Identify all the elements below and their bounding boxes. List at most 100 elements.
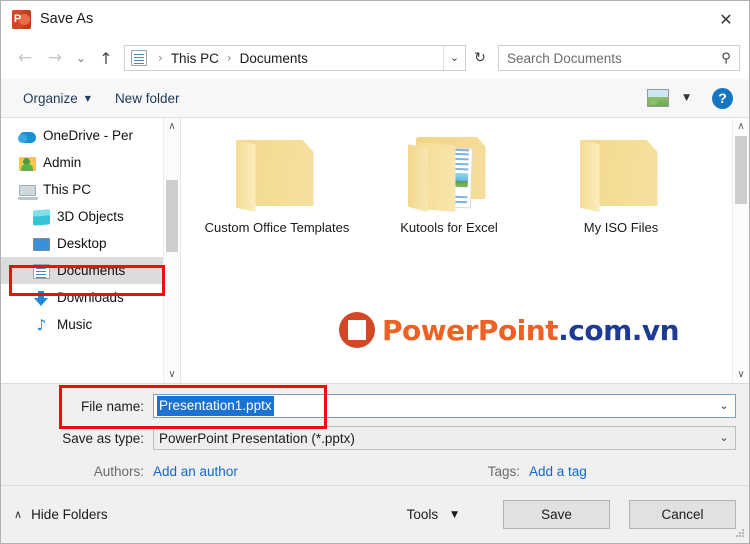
organize-button[interactable]: Organize ▼ — [11, 84, 103, 112]
refresh-icon[interactable]: ↻ — [466, 45, 494, 71]
close-icon[interactable]: ✕ — [703, 1, 749, 37]
sidebar-item-this-pc[interactable]: This PC — [1, 176, 180, 203]
sidebar-item-3d-objects[interactable]: 3D Objects — [1, 203, 180, 230]
sidebar-item-admin[interactable]: Admin — [1, 149, 180, 176]
list-item-label: Kutools for Excel — [400, 220, 498, 235]
tools-label: Tools — [406, 507, 439, 522]
sidebar-item-label: Music — [57, 317, 93, 332]
body-area: OneDrive - Per Admin This PC 3D Objects — [1, 118, 749, 384]
documents-icon — [33, 263, 50, 279]
sidebar-item-music[interactable]: ♪ Music — [1, 311, 180, 338]
chevron-down-icon: ▼ — [451, 509, 458, 520]
sidebar-item-label: Downloads — [57, 290, 124, 305]
save-as-dialog: Save As ✕ ← → ⌄ ↑ › This PC › Documents … — [0, 0, 750, 544]
tools-button[interactable]: Tools ▼ — [407, 507, 458, 522]
sidebar-scrollbar[interactable]: ∧ ∨ — [163, 118, 180, 383]
sidebar-item-label: Desktop — [57, 236, 107, 251]
list-item[interactable]: Kutools for Excel — [363, 134, 535, 236]
folder-icon — [574, 134, 669, 212]
scroll-up-icon[interactable]: ∧ — [164, 118, 180, 135]
folder-with-contents-icon — [402, 134, 497, 212]
search-icon[interactable]: ⚲ — [713, 51, 739, 66]
3d-objects-icon — [33, 208, 50, 226]
downloads-icon — [33, 290, 50, 306]
sidebar-item-label: This PC — [43, 182, 92, 197]
navigation-bar: ← → ⌄ ↑ › This PC › Documents ⌄ ↻ Search… — [1, 37, 749, 79]
navigation-pane: OneDrive - Per Admin This PC 3D Objects — [1, 118, 181, 383]
scroll-up-icon[interactable]: ∧ — [733, 118, 749, 135]
view-options-icon[interactable] — [647, 89, 670, 107]
up-button[interactable]: ↑ — [92, 43, 120, 73]
forward-button[interactable]: → — [40, 43, 70, 73]
add-author-link[interactable]: Add an author — [153, 464, 238, 479]
address-bar[interactable]: › This PC › Documents ⌄ — [124, 45, 466, 71]
breadcrumb-separator: › — [158, 51, 163, 65]
title-bar: Save As ✕ — [1, 1, 749, 37]
window-title: Save As — [40, 11, 94, 27]
sidebar-item-label: Documents — [57, 263, 126, 278]
authors-label: Authors: — [93, 463, 144, 479]
breadcrumb-item-documents[interactable]: Documents — [238, 51, 310, 66]
list-item[interactable]: Custom Office Templates — [191, 134, 363, 236]
add-tag-link[interactable]: Add a tag — [529, 464, 749, 479]
resize-grip[interactable] — [735, 529, 745, 539]
watermark-text-primary: PowerPoint — [382, 313, 559, 347]
savetype-value: PowerPoint Presentation (*.pptx) — [159, 430, 355, 446]
help-icon[interactable]: ? — [712, 87, 733, 109]
sidebar-item-downloads[interactable]: Downloads — [1, 284, 180, 311]
watermark-text: PowerPoint.com.vn — [382, 313, 680, 347]
powerpoint-badge-icon — [339, 312, 375, 348]
chevron-up-icon: ∧ — [14, 508, 23, 521]
hide-folders-label: Hide Folders — [31, 507, 108, 522]
search-input[interactable]: Search Documents — [499, 51, 713, 66]
documents-icon — [131, 50, 147, 66]
chevron-down-icon[interactable]: ⌄ — [443, 46, 465, 70]
sidebar-item-onedrive[interactable]: OneDrive - Per — [1, 122, 180, 149]
onedrive-icon — [18, 131, 36, 143]
cancel-button[interactable]: Cancel — [629, 500, 736, 529]
hide-folders-button[interactable]: ∧ Hide Folders — [14, 507, 108, 522]
powerpoint-icon — [12, 9, 31, 29]
savetype-select[interactable]: PowerPoint Presentation (*.pptx) ⌄ — [153, 426, 736, 450]
filename-label: File name: — [80, 398, 144, 414]
user-folder-icon — [19, 156, 36, 171]
list-item-label: Custom Office Templates — [204, 220, 350, 235]
desktop-icon — [33, 238, 50, 251]
back-button[interactable]: ← — [10, 43, 40, 73]
chevron-down-icon: ▼ — [84, 93, 91, 103]
folder-tree: OneDrive - Per Admin This PC 3D Objects — [1, 118, 180, 338]
filename-value[interactable]: Presentation1.pptx — [157, 396, 274, 416]
file-list-pane[interactable]: Custom Office Templates Kutools for Exce… — [181, 118, 749, 383]
tags-label: Tags: — [487, 463, 520, 479]
breadcrumb-item-this-pc[interactable]: This PC — [169, 51, 221, 66]
scrollbar-thumb[interactable] — [735, 136, 747, 204]
watermark-text-secondary: .com.vn — [558, 313, 680, 347]
dialog-footer: ∧ Hide Folders Tools ▼ Save Cancel — [1, 485, 749, 543]
file-list-scrollbar[interactable]: ∧ ∨ — [732, 118, 749, 383]
list-item-label: My ISO Files — [583, 220, 659, 235]
search-box[interactable]: Search Documents ⚲ — [498, 45, 740, 71]
list-item[interactable]: My ISO Files — [535, 134, 707, 236]
scroll-down-icon[interactable]: ∨ — [733, 366, 749, 383]
recent-locations-button[interactable]: ⌄ — [70, 43, 92, 73]
new-folder-button[interactable]: New folder — [103, 84, 192, 112]
computer-icon — [18, 185, 38, 200]
filename-input[interactable]: Presentation1.pptx ⌄ — [153, 394, 736, 418]
savetype-label: Save as type: — [62, 430, 144, 446]
chevron-down-icon[interactable]: ⌄ — [713, 395, 735, 417]
chevron-down-icon[interactable]: ⌄ — [713, 427, 735, 449]
filename-row: File name: Presentation1.pptx ⌄ — [1, 393, 749, 419]
sidebar-item-label: OneDrive - Per — [43, 128, 134, 143]
music-icon: ♪ — [36, 315, 47, 334]
sidebar-item-label: Admin — [43, 155, 82, 170]
scrollbar-thumb[interactable] — [166, 180, 178, 252]
savetype-row: Save as type: PowerPoint Presentation (*… — [1, 425, 749, 451]
save-button[interactable]: Save — [503, 500, 610, 529]
chevron-down-icon[interactable]: ▼ — [683, 93, 690, 103]
metadata-row: Authors: Add an author Tags: Add a tag — [1, 457, 749, 485]
watermark-logo: PowerPoint.com.vn — [339, 312, 680, 348]
scroll-down-icon[interactable]: ∨ — [164, 366, 180, 383]
sidebar-item-documents[interactable]: Documents — [1, 257, 180, 284]
sidebar-item-desktop[interactable]: Desktop — [1, 230, 180, 257]
sidebar-item-label: 3D Objects — [57, 209, 124, 224]
